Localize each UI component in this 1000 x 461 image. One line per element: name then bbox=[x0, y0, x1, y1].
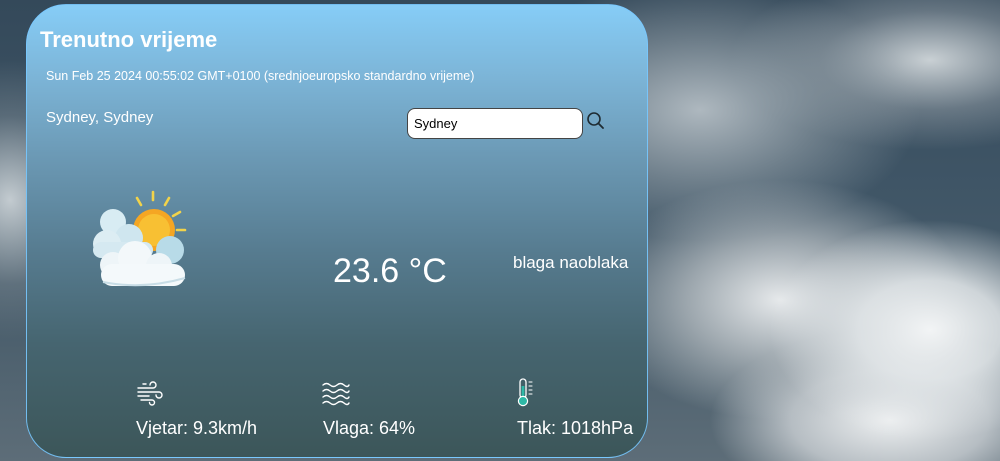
wind-icon bbox=[137, 381, 163, 406]
temperature: 23.6 °C bbox=[333, 252, 447, 290]
search-icon bbox=[587, 112, 604, 129]
current-datetime: Sun Feb 25 2024 00:55:02 GMT+0100 (sredn… bbox=[46, 69, 475, 83]
thermometer-icon bbox=[517, 378, 533, 407]
search-button[interactable] bbox=[585, 111, 605, 131]
search-input[interactable] bbox=[407, 108, 583, 139]
weather-description: blaga naoblaka bbox=[513, 253, 629, 272]
location-name: Sydney, Sydney bbox=[46, 109, 154, 126]
humidity-icon bbox=[322, 382, 350, 406]
pressure-label: Tlak: 1018hPa bbox=[517, 418, 634, 438]
humidity-label: Vlaga: 64% bbox=[323, 418, 416, 438]
partly-cloudy-icon bbox=[93, 190, 187, 287]
weather-card: Trenutno vrijeme Sun Feb 25 2024 00:55:0… bbox=[26, 4, 648, 458]
app-title: Trenutno vrijeme bbox=[40, 27, 218, 52]
wind-label: Vjetar: 9.3km/h bbox=[136, 418, 258, 438]
